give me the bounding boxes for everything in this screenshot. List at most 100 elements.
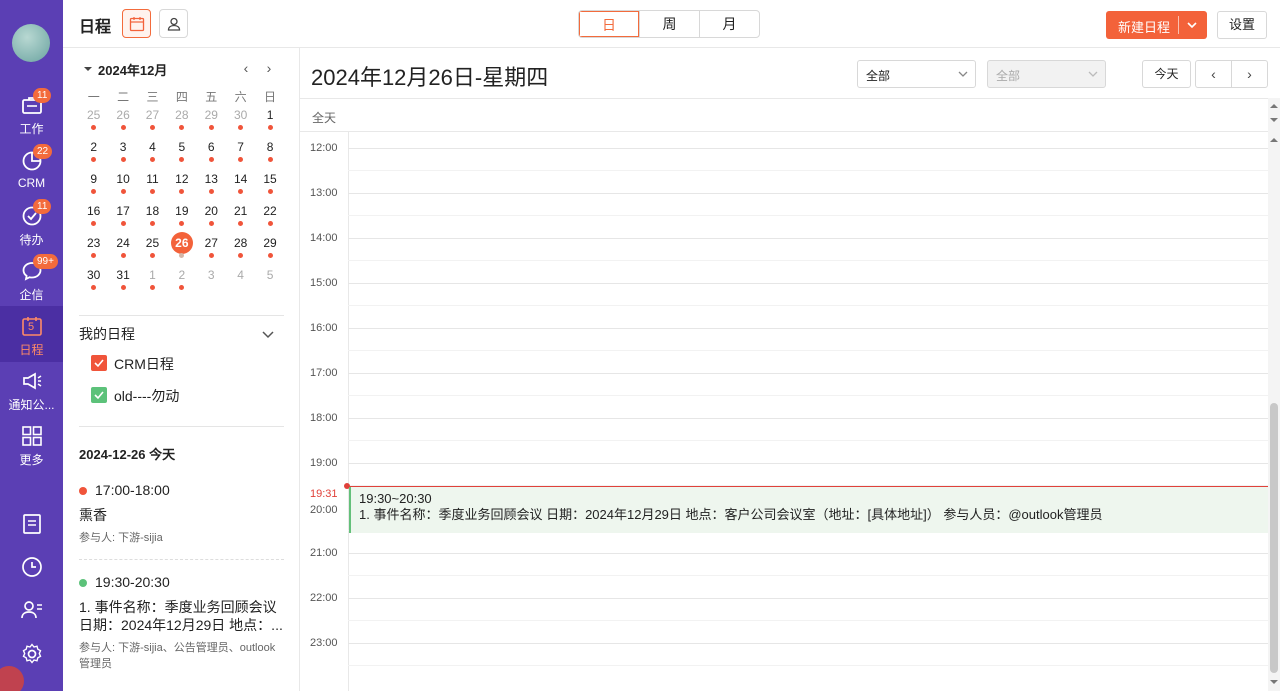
all-day-row[interactable]: 全天 bbox=[300, 98, 1268, 132]
day-number: 4 bbox=[149, 140, 156, 154]
today-button[interactable]: 今天 bbox=[1142, 60, 1191, 88]
calendar-day[interactable]: 29 bbox=[197, 104, 226, 136]
prev-month-icon[interactable]: ‹ bbox=[238, 60, 254, 76]
calendar-day[interactable]: 31 bbox=[108, 264, 137, 296]
half-hour-line bbox=[348, 350, 1268, 351]
checkbox-old[interactable] bbox=[91, 387, 107, 403]
clock-icon[interactable] bbox=[20, 555, 44, 579]
calendar-day[interactable]: 3 bbox=[197, 264, 226, 296]
nav-item-calendar[interactable]: 5 日程 bbox=[0, 306, 63, 362]
calendar-day[interactable]: 8 bbox=[255, 136, 284, 168]
calendar-day[interactable]: 5 bbox=[255, 264, 284, 296]
calendar-day[interactable]: 26 bbox=[108, 104, 137, 136]
calendar-day[interactable]: 23 bbox=[79, 232, 108, 264]
mini-calendar-month[interactable]: 2024年12月 bbox=[98, 60, 167, 79]
scroll-thumb[interactable] bbox=[1270, 403, 1278, 673]
calendar-day[interactable]: 29 bbox=[255, 232, 284, 264]
calendar-day[interactable]: 30 bbox=[226, 104, 255, 136]
hour-label: 20:00 bbox=[310, 504, 338, 516]
chevron-down-icon[interactable] bbox=[261, 327, 275, 341]
people-view-button[interactable] bbox=[159, 9, 188, 38]
new-event-button[interactable]: 新建日程 bbox=[1106, 11, 1207, 39]
calendar-day[interactable]: 10 bbox=[108, 168, 137, 200]
filter-select-1[interactable]: 全部 bbox=[857, 60, 976, 88]
checkbox-crm[interactable] bbox=[91, 355, 107, 371]
calendar-day[interactable]: 11 bbox=[138, 168, 167, 200]
calendar-day-today[interactable]: 26 bbox=[167, 232, 196, 264]
event-indicator-dot bbox=[91, 189, 97, 194]
calendar-day[interactable]: 25 bbox=[138, 232, 167, 264]
calendar-day[interactable]: 25 bbox=[79, 104, 108, 136]
calendar-day[interactable]: 2 bbox=[167, 264, 196, 296]
time-grid[interactable]: 12:00 13:00 14:00 15:00 16:00 17:00 18:00 19:00… bbox=[300, 132, 1268, 691]
event-indicator-dot bbox=[267, 253, 273, 258]
agenda-participants: 参与人: 下游-sijia bbox=[79, 532, 163, 544]
calendar-day[interactable]: 27 bbox=[138, 104, 167, 136]
contacts-icon[interactable] bbox=[20, 598, 44, 622]
calendar-day[interactable]: 3 bbox=[108, 136, 137, 168]
calendar-day[interactable]: 9 bbox=[79, 168, 108, 200]
calendar-day[interactable]: 1 bbox=[138, 264, 167, 296]
calendar-day[interactable]: 16 bbox=[79, 200, 108, 232]
calendar-day[interactable]: 1 bbox=[255, 104, 284, 136]
calendar-day[interactable]: 13 bbox=[197, 168, 226, 200]
event-indicator-dot bbox=[238, 157, 244, 162]
agenda-title: 1. 事件名称：季度业务回顾会议 日期：2024年12月29日 地点：... bbox=[79, 599, 283, 633]
event-indicator-dot bbox=[149, 285, 155, 290]
calendar-day[interactable]: 6 bbox=[197, 136, 226, 168]
hour-line bbox=[348, 148, 1268, 149]
calendar-day[interactable]: 15 bbox=[255, 168, 284, 200]
calendar-view-button[interactable] bbox=[122, 9, 151, 38]
day-view: 2024年12月26日-星期四 全部 全部 今天 ‹ › 全天 12:00 13:… bbox=[300, 48, 1280, 691]
half-hour-line bbox=[348, 620, 1268, 621]
nav-item-notice[interactable]: 通知公... bbox=[0, 366, 63, 418]
tab-day[interactable]: 日 bbox=[579, 11, 639, 37]
calendar-day[interactable]: 27 bbox=[197, 232, 226, 264]
next-day-icon[interactable]: › bbox=[1231, 60, 1268, 88]
scroll-up-icon[interactable] bbox=[1270, 136, 1278, 144]
calendar-day[interactable]: 18 bbox=[138, 200, 167, 232]
scroll-down-icon[interactable] bbox=[1270, 116, 1278, 124]
nav-item-messages[interactable]: 99+ 企信 bbox=[0, 254, 63, 308]
calendar-day[interactable]: 4 bbox=[138, 136, 167, 168]
nav-item-more[interactable]: 更多 bbox=[0, 421, 63, 473]
caret-down-icon[interactable] bbox=[83, 64, 93, 74]
scrollbar[interactable] bbox=[1268, 98, 1280, 691]
calendar-day[interactable]: 19 bbox=[167, 200, 196, 232]
calendar-day[interactable]: 17 bbox=[108, 200, 137, 232]
event-indicator-dot bbox=[91, 285, 97, 290]
tab-week[interactable]: 周 bbox=[639, 11, 699, 37]
gear-icon[interactable] bbox=[20, 642, 44, 666]
hour-line bbox=[348, 373, 1268, 374]
event-block[interactable]: 19:30~20:30 1. 事件名称：季度业务回顾会议 日期：2024年12月2… bbox=[349, 487, 1268, 534]
calendar-day[interactable]: 5 bbox=[167, 136, 196, 168]
event-indicator-dot bbox=[179, 125, 185, 130]
prev-day-icon[interactable]: ‹ bbox=[1195, 60, 1232, 88]
calendar-day[interactable]: 22 bbox=[255, 200, 284, 232]
calendar-day[interactable]: 4 bbox=[226, 264, 255, 296]
calendar-day[interactable]: 28 bbox=[226, 232, 255, 264]
event-color-dot bbox=[79, 487, 87, 495]
calendar-day[interactable]: 21 bbox=[226, 200, 255, 232]
calendar-day[interactable]: 28 bbox=[167, 104, 196, 136]
nav-item-work[interactable]: 11 工作 bbox=[0, 88, 63, 142]
calendar-day[interactable]: 12 bbox=[167, 168, 196, 200]
scroll-up-icon[interactable] bbox=[1270, 102, 1278, 110]
scroll-down-icon[interactable] bbox=[1270, 678, 1278, 686]
tab-month[interactable]: 月 bbox=[699, 11, 759, 37]
calendar-day[interactable]: 30 bbox=[79, 264, 108, 296]
hour-line bbox=[348, 463, 1268, 464]
calendar-day[interactable]: 7 bbox=[226, 136, 255, 168]
calendar-day[interactable]: 20 bbox=[197, 200, 226, 232]
avatar[interactable] bbox=[12, 24, 50, 62]
calendar-day[interactable]: 2 bbox=[79, 136, 108, 168]
next-month-icon[interactable]: › bbox=[261, 60, 277, 76]
chevron-down-icon[interactable] bbox=[1185, 18, 1199, 32]
settings-button[interactable]: 设置 bbox=[1217, 11, 1267, 39]
calendar-day[interactable]: 14 bbox=[226, 168, 255, 200]
calendar-day[interactable]: 24 bbox=[108, 232, 137, 264]
nav-item-todo[interactable]: 11 待办 bbox=[0, 199, 63, 253]
event-indicator-dot bbox=[208, 157, 214, 162]
document-icon[interactable] bbox=[20, 512, 44, 536]
nav-item-crm[interactable]: 22 CRM bbox=[0, 144, 63, 198]
